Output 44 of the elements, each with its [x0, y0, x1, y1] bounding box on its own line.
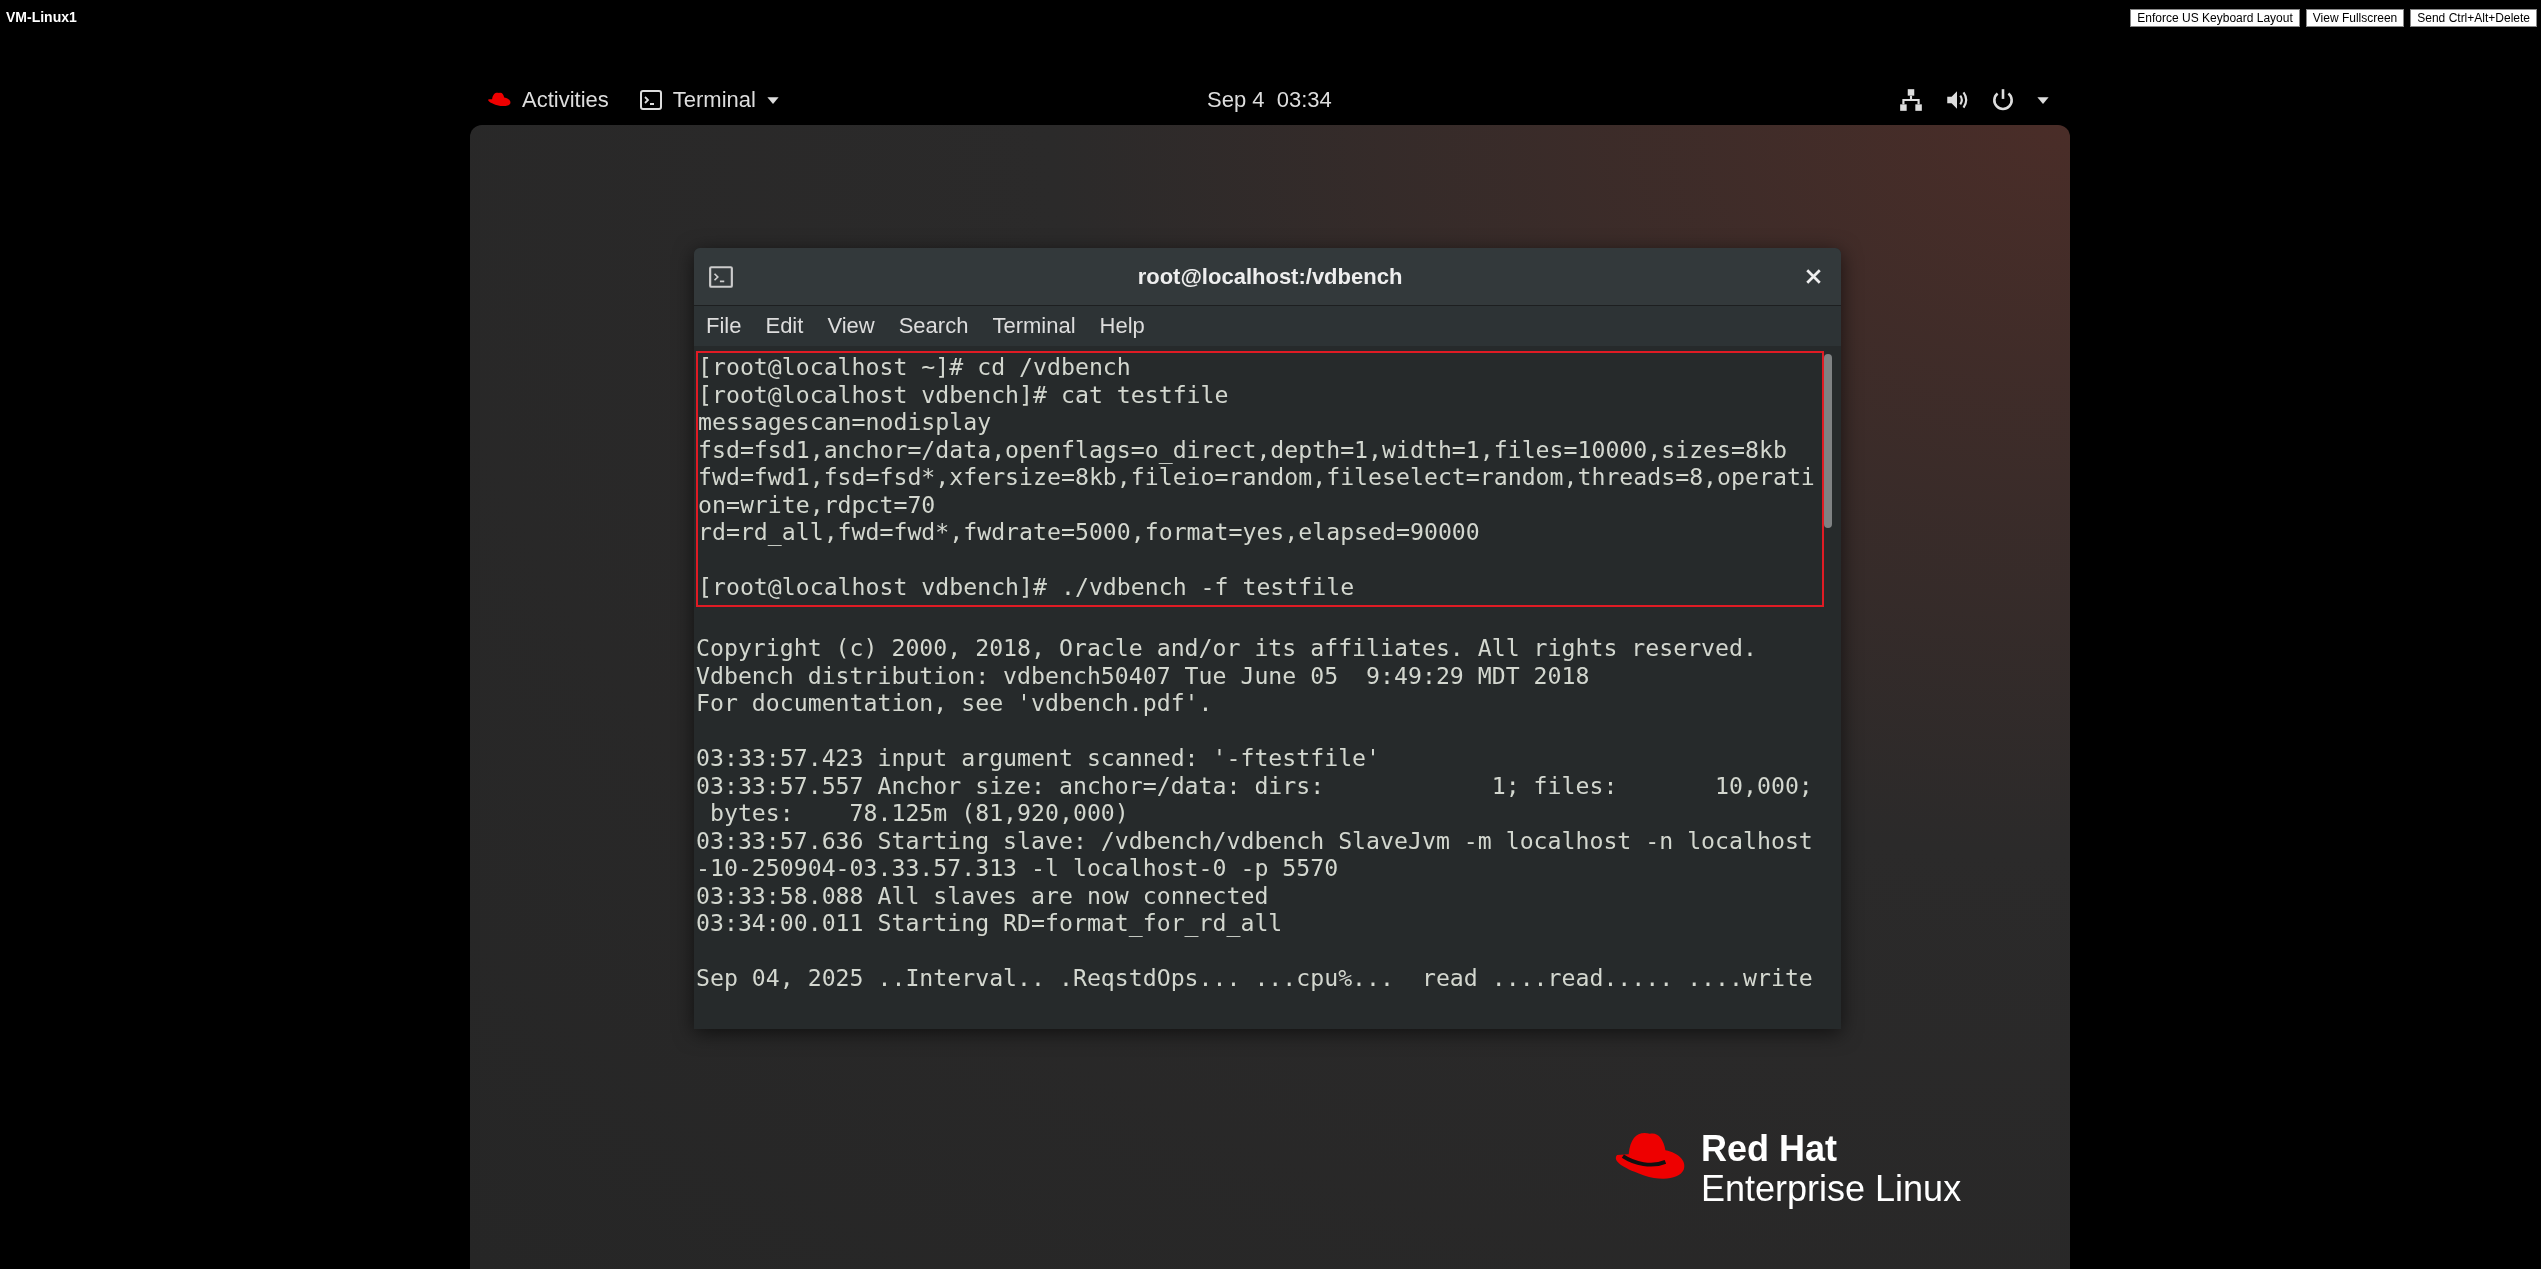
terminal-icon: [638, 88, 663, 112]
terminal-line: 03:33:57.557 Anchor size: anchor=/data: dirs: 1; files: 10,000;: [696, 771, 1814, 799]
terminal-line: 03:34:00.011 Starting RD=format_for_rd_all: [696, 909, 1284, 937]
terminal-line: Copyright (c) 2000, 2018, Oracle and/or its affiliates. All rights reserved.: [696, 634, 1758, 662]
terminal-line: [root@localhost ~]# cd /vdbench: [698, 353, 1132, 381]
terminal-line: rd=rd_all,fwd=fwd*,fwdrate=5000,format=yes,elapsed=90000: [698, 518, 1481, 546]
terminal-line: 03:33:57.636 Starting slave: /vdbench/vdbench SlaveJvm -m localhost -n localhost: [696, 826, 1814, 854]
menu-item[interactable]: Help: [1099, 313, 1145, 339]
toolbar-button[interactable]: Send Ctrl+Alt+Delete: [2410, 9, 2537, 27]
toolbar-button[interactable]: Enforce US Keyboard Layout: [2130, 9, 2300, 27]
terminal-line: For documentation, see 'vdbench.pdf'.: [696, 689, 1214, 717]
terminal-line: Vdbench distribution: vdbench50407 Tue June 05 9:49:29 MDT 2018: [696, 661, 1591, 689]
power-icon[interactable]: [1990, 87, 2016, 113]
close-icon[interactable]: [1806, 269, 1821, 284]
window-title: root@localhost:/vdbench: [1136, 263, 1404, 290]
clock[interactable]: Sep 4 03:34: [1207, 87, 1332, 113]
menu-item[interactable]: Terminal: [992, 313, 1076, 339]
network-icon[interactable]: [1898, 87, 1924, 113]
caret-icon: [765, 95, 780, 105]
logo-brand: Red Hat: [1701, 1129, 1839, 1169]
terminal-line: messagescan=nodisplay: [698, 408, 993, 436]
menu-item[interactable]: Search: [898, 313, 969, 339]
terminal-line: [root@localhost vdbench]# cat testfile: [698, 380, 1230, 408]
menu-item[interactable]: Edit: [765, 313, 804, 339]
terminal-line: on=write,rdpct=70: [698, 490, 937, 518]
terminal-line: -10-250904-03.33.57.313 -l localhost-0 -p 5570: [696, 854, 1340, 882]
terminal-line: 03:33:58.088 All slaves are now connected: [696, 881, 1270, 909]
terminal-line: bytes: 78.125m (81,920,000): [708, 799, 1130, 827]
logo-product: Enterprise Linux: [1701, 1169, 1962, 1209]
terminal-line: 03:33:57.423 input argument scanned: '-ftestfile': [696, 744, 1382, 772]
vm-title: VM-Linux1: [6, 9, 77, 25]
toolbar-button[interactable]: View Fullscreen: [2305, 9, 2405, 27]
activities-button[interactable]: Activities: [486, 87, 609, 113]
scrollbar-thumb[interactable]: [1824, 354, 1832, 528]
terminal-line: Sep 04, 2025 ..Interval.. .ReqstdOps... ...cpu%... read ....read..... ....write: [696, 964, 1814, 992]
terminal-line: fsd=fsd1,anchor=/data,openflags=o_direct,depth=1,width=1,files=10000,sizes=8kb: [698, 435, 1788, 463]
terminal-icon: [708, 263, 734, 290]
terminal-line: fwd=fwd1,fsd=fsd*,xfersize=8kb,fileio=random,fileselect=random,threads=8,operati: [698, 463, 1816, 491]
menu-item[interactable]: View: [827, 313, 875, 339]
hat-icon: [486, 91, 512, 109]
menu-item[interactable]: File: [706, 313, 742, 339]
terminal-line: [root@localhost vdbench]# ./vdbench -f testfile: [698, 573, 1356, 601]
caret-icon[interactable]: [2036, 95, 2050, 105]
app-menu[interactable]: Terminal: [638, 87, 780, 113]
